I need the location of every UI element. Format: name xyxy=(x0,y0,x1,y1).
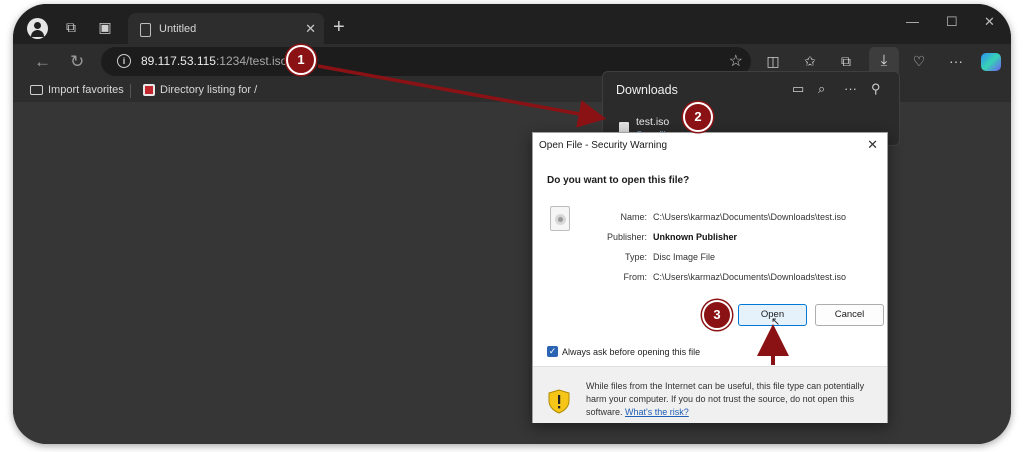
from-value: C:\Users\karmaz\Documents\Downloads\test… xyxy=(653,272,847,282)
minimize-icon[interactable]: — xyxy=(906,14,919,29)
search-icon[interactable]: ⌕ xyxy=(818,81,825,97)
checkbox-label: Always ask before opening this file xyxy=(562,346,701,357)
refresh-icon[interactable]: ↻ xyxy=(70,52,84,72)
publisher-value: Unknown Publisher xyxy=(653,232,738,242)
workspaces-icon[interactable]: ⧉ xyxy=(61,17,81,37)
url-text[interactable]: 89.117.53.115:1234/test.iso xyxy=(141,54,287,68)
dialog-question: Do you want to open this file? xyxy=(547,175,690,186)
mouse-cursor-icon: ↖ xyxy=(771,316,781,328)
profile-avatar-icon[interactable] xyxy=(27,18,48,39)
favorite-star-icon[interactable]: ☆ xyxy=(729,51,743,71)
bookmark-directory-listing[interactable]: Directory listing for / xyxy=(143,84,257,96)
type-value: Disc Image File xyxy=(653,252,716,262)
back-arrow-icon[interactable]: ← xyxy=(34,52,51,72)
name-label: Name: xyxy=(620,212,647,222)
title-bar: ⧉ ▣ Untitled ✕ + — ☐ ✕ xyxy=(13,4,1011,49)
close-tab-icon[interactable]: ✕ xyxy=(305,21,316,37)
divider xyxy=(130,84,131,98)
always-ask-checkbox-row[interactable]: ✓ Always ask before opening this file xyxy=(547,346,700,357)
split-screen-icon[interactable]: ◫ xyxy=(764,53,782,70)
dialog-title: Open File - Security Warning xyxy=(539,140,668,151)
disc-image-file-icon xyxy=(550,206,570,231)
favorites-icon[interactable]: ✩ xyxy=(801,53,819,70)
security-warning-dialog: Open File - Security Warning ✕ Do you wa… xyxy=(532,132,888,423)
more-options-icon[interactable]: ··· xyxy=(844,81,857,96)
pin-icon[interactable]: ⚲ xyxy=(871,81,881,97)
download-filename: test.iso xyxy=(636,116,670,128)
annotation-badge-1: 1 xyxy=(286,45,316,75)
bookmark-label: Directory listing for / xyxy=(160,84,258,96)
dialog-footer: While files from the Internet can be use… xyxy=(533,366,887,423)
maximize-icon[interactable]: ☐ xyxy=(946,14,958,30)
open-folder-icon[interactable]: ▭ xyxy=(792,81,804,97)
bookmark-import-favorites[interactable]: Import favorites xyxy=(30,84,124,96)
whats-the-risk-link[interactable]: What's the risk? xyxy=(625,407,689,417)
tab-actions-icon[interactable]: ▣ xyxy=(95,17,115,37)
from-label: From: xyxy=(623,272,648,282)
always-ask-checkbox[interactable]: ✓ xyxy=(547,346,558,357)
annotation-badge-2: 2 xyxy=(683,102,713,132)
document-icon xyxy=(140,23,151,37)
name-value: C:\Users\karmaz\Documents\Downloads\test… xyxy=(653,212,847,222)
cancel-button[interactable]: Cancel xyxy=(815,304,884,326)
tab-title: Untitled xyxy=(159,23,197,35)
type-label: Type: xyxy=(624,252,647,262)
site-favicon xyxy=(143,84,155,96)
warning-shield-icon xyxy=(548,389,570,414)
bookmark-label: Import favorites xyxy=(48,84,124,96)
site-info-icon[interactable]: i xyxy=(117,54,131,68)
folder-import-icon xyxy=(30,85,43,95)
browser-essentials-icon[interactable]: ♡ xyxy=(910,53,928,70)
copilot-icon[interactable] xyxy=(981,53,1001,71)
new-tab-plus-icon[interactable]: + xyxy=(333,16,345,39)
more-menu-icon[interactable]: ··· xyxy=(947,53,965,69)
warning-text: While files from the Internet can be use… xyxy=(586,381,865,417)
downloads-title: Downloads xyxy=(616,83,678,97)
close-window-icon[interactable]: ✕ xyxy=(984,14,995,30)
annotation-badge-3: 3 xyxy=(702,300,732,330)
publisher-label: Publisher: xyxy=(606,232,647,242)
close-icon[interactable]: ✕ xyxy=(867,137,878,153)
collections-icon[interactable]: ⧉ xyxy=(837,53,855,70)
